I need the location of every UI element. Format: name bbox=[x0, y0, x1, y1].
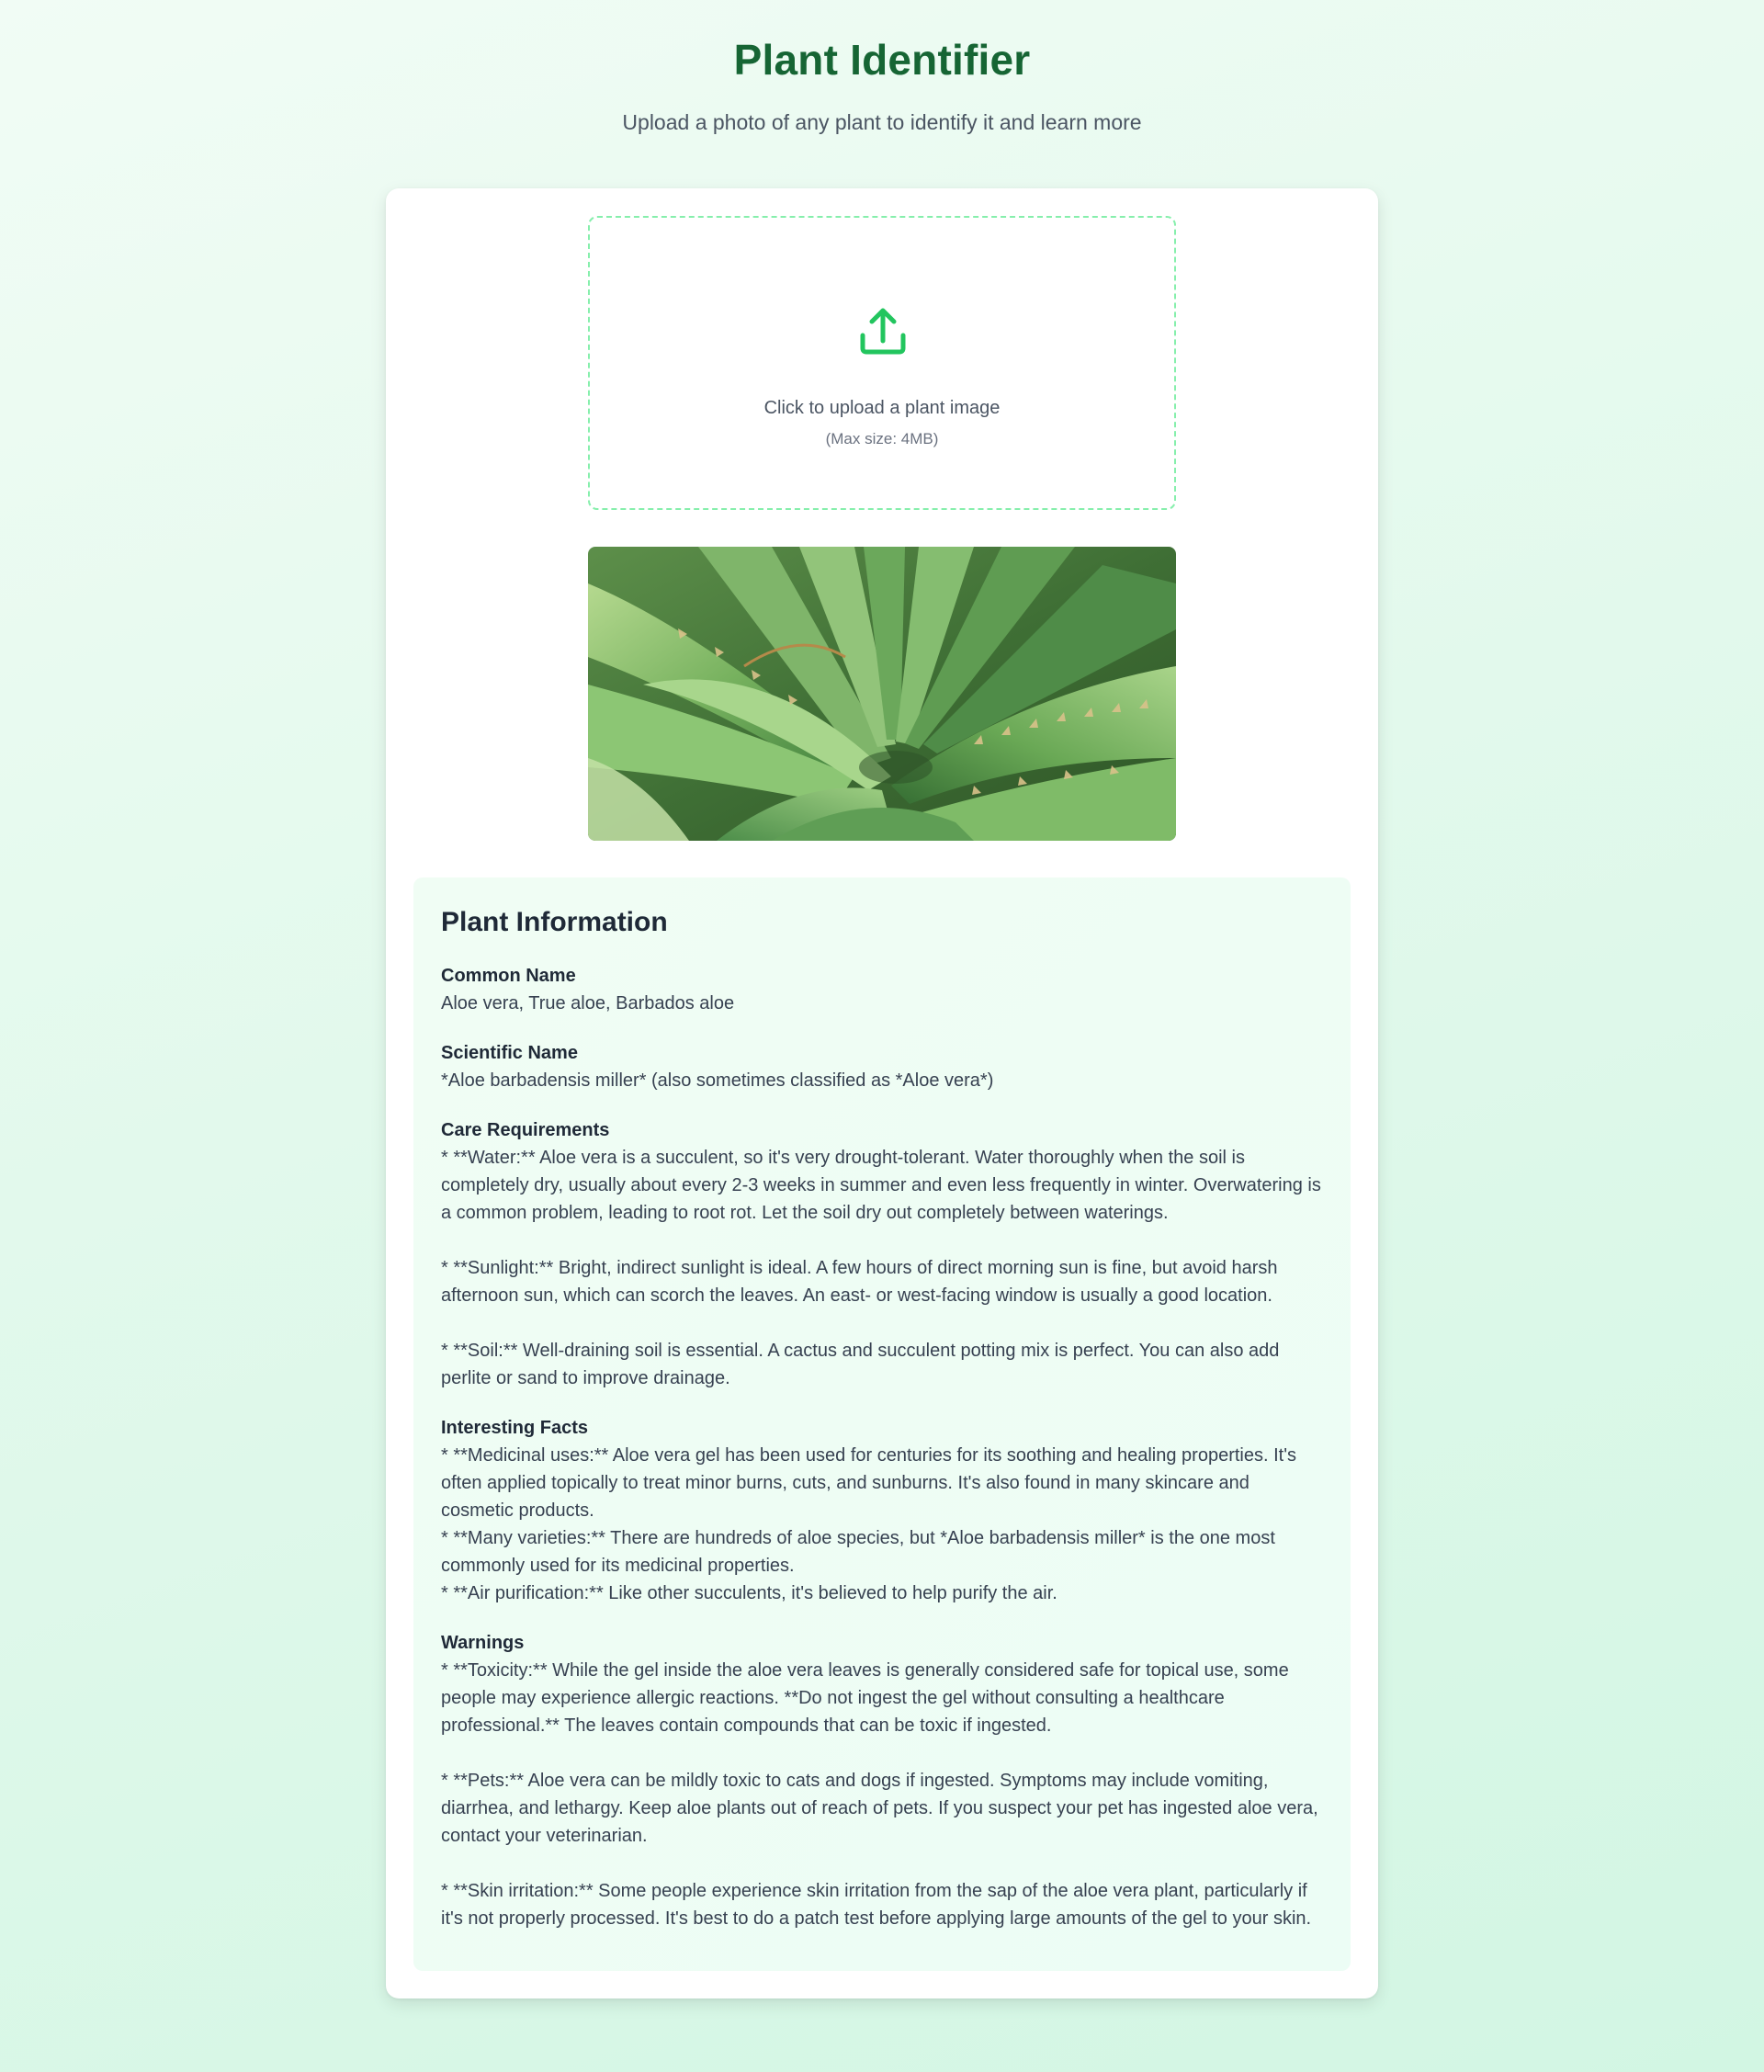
interesting-facts-label: Interesting Facts bbox=[441, 1418, 589, 1438]
page-title: Plant Identifier bbox=[733, 36, 1031, 84]
warnings-value: * **Toxicity:** While the gel inside the… bbox=[441, 1660, 1318, 1929]
page-header: Plant Identifier Upload a photo of any p… bbox=[0, 0, 1764, 136]
care-requirements-value: * **Water:** Aloe vera is a succulent, s… bbox=[441, 1148, 1321, 1388]
interesting-facts-section: Interesting Facts * **Medicinal uses:** … bbox=[441, 1414, 1323, 1607]
warnings-label: Warnings bbox=[441, 1633, 525, 1653]
upload-dropzone[interactable]: Click to upload a plant image (Max size:… bbox=[588, 216, 1176, 510]
scientific-name-section: Scientific Name *Aloe barbadensis miller… bbox=[441, 1039, 1323, 1094]
interesting-facts-value: * **Medicinal uses:** Aloe vera gel has … bbox=[441, 1445, 1297, 1603]
care-requirements-label: Care Requirements bbox=[441, 1120, 610, 1140]
plant-preview-image bbox=[588, 547, 1176, 841]
page-subtitle: Upload a photo of any plant to identify … bbox=[622, 110, 1142, 134]
upload-icon bbox=[860, 308, 906, 355]
main-card: Click to upload a plant image (Max size:… bbox=[386, 188, 1378, 1998]
warnings-section: Warnings * **Toxicity:** While the gel i… bbox=[441, 1629, 1323, 1932]
common-name-value: Aloe vera, True aloe, Barbados aloe bbox=[441, 993, 735, 1013]
plant-info-title: Plant Information bbox=[441, 907, 668, 937]
scientific-name-label: Scientific Name bbox=[441, 1043, 578, 1063]
upload-size-hint: (Max size: 4MB) bbox=[825, 430, 939, 447]
common-name-section: Common Name Aloe vera, True aloe, Barbad… bbox=[441, 962, 1323, 1017]
common-name-label: Common Name bbox=[441, 966, 576, 986]
upload-text: Click to upload a plant image bbox=[763, 398, 1001, 418]
care-requirements-section: Care Requirements * **Water:** Aloe vera… bbox=[441, 1116, 1323, 1392]
aloe-vera-photo bbox=[588, 547, 1176, 841]
scientific-name-value: *Aloe barbadensis miller* (also sometime… bbox=[441, 1070, 994, 1091]
plant-info-panel: Plant Information Common Name Aloe vera,… bbox=[413, 877, 1351, 1971]
